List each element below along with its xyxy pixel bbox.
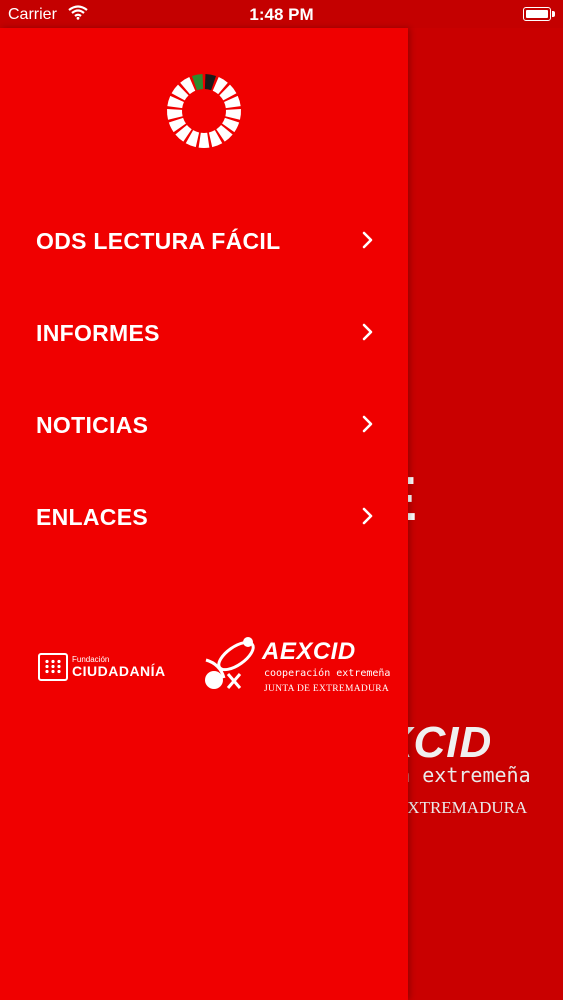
fundacion-name: CIUDADANÍA: [72, 663, 166, 679]
aexcid-emblem-icon: [202, 634, 262, 700]
drawer-menu: ODS LECTURA FÁCIL INFORMES NOTICIAS ENLA…: [0, 198, 408, 566]
fundacion-ciudadania-logo[interactable]: Fundación CIUDADANÍA: [38, 650, 166, 684]
ods-logo: [165, 72, 243, 150]
status-bar: Carrier 1:48 PM: [0, 0, 563, 28]
side-drawer: ODS LECTURA FÁCIL INFORMES NOTICIAS ENLA…: [0, 28, 408, 1000]
menu-item-label: INFORMES: [36, 320, 160, 346]
menu-item-enlaces[interactable]: ENLACES: [0, 474, 408, 566]
chevron-right-icon: [358, 414, 378, 434]
menu-item-label: ENLACES: [36, 504, 149, 530]
status-time: 1:48 PM: [249, 5, 314, 24]
menu-item-informes[interactable]: INFORMES: [0, 290, 408, 382]
menu-item-noticias[interactable]: NOTICIAS: [0, 382, 408, 474]
menu-item-label: ODS LECTURA FÁCIL: [36, 228, 281, 254]
partner-logos: Fundación CIUDADANÍA AEXCID cooperación …: [0, 608, 408, 708]
fundacion-grid-icon: [38, 653, 68, 681]
aexcid-name: AEXCID: [262, 638, 356, 665]
chevron-right-icon: [358, 230, 378, 250]
chevron-right-icon: [358, 322, 378, 342]
aexcid-subtitle-2: JUNTA DE EXTREMADURA: [264, 684, 390, 694]
ods-logo-segment: [198, 132, 210, 149]
chevron-right-icon: [358, 506, 378, 526]
battery-icon: [523, 7, 555, 21]
ods-logo-segment: [225, 109, 242, 120]
menu-item-label: NOTICIAS: [36, 412, 149, 438]
menu-item-ods-lectura-facil[interactable]: ODS LECTURA FÁCIL: [0, 198, 408, 290]
aexcid-subtitle: cooperación extremeña: [264, 668, 391, 679]
ods-logo-segment: [166, 109, 183, 120]
